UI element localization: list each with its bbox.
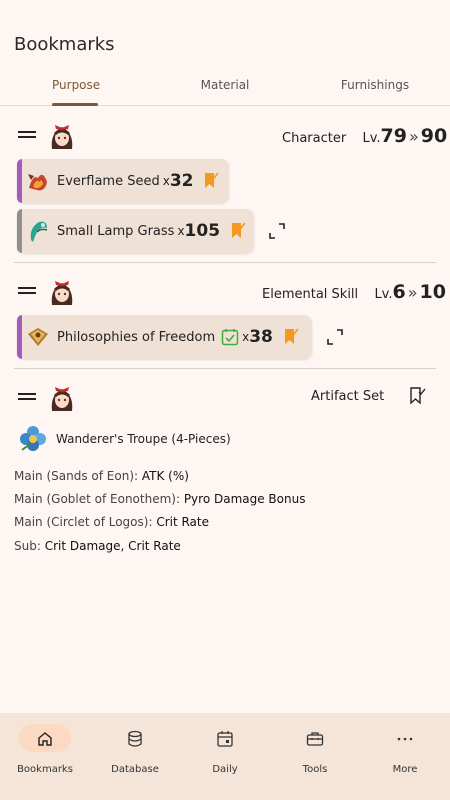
stat-line: Sub: Crit Damage, Crit Rate — [14, 539, 181, 553]
section-type-label: Character — [282, 131, 347, 146]
material-name: Philosophies of Freedom — [57, 329, 216, 345]
quantity-x: x — [177, 224, 185, 238]
quantity: 32 — [169, 171, 194, 191]
level-prefix: Lv. — [374, 287, 393, 302]
stat-line: Main (Goblet of Eonothem): Pyro Damage B… — [14, 492, 306, 506]
calendar-icon — [217, 731, 233, 747]
toolbox-icon — [306, 732, 324, 746]
nav-label: Daily — [212, 764, 238, 775]
level-to: 10 — [419, 281, 446, 303]
artifact-name: Wanderer's Troupe (4-Pieces) — [56, 432, 231, 446]
level-from: 79 — [380, 125, 407, 147]
material-card[interactable]: Philosophies of Freedom x 38 — [17, 315, 312, 359]
level-prefix: Lv. — [362, 131, 381, 146]
section-divider — [14, 368, 436, 369]
nav-label: Bookmarks — [17, 764, 73, 775]
expand-icon[interactable] — [269, 223, 285, 239]
tab-material[interactable]: Material — [195, 78, 255, 92]
tab-purpose[interactable]: Purpose — [52, 78, 100, 92]
level-to: 90 — [420, 125, 448, 147]
nav-bookmarks[interactable]: Bookmarks — [0, 724, 90, 775]
stat-line: Main (Sands of Eon): ATK (%) — [14, 469, 189, 483]
nav-database[interactable]: Database — [90, 725, 180, 775]
arrow-icon: » — [408, 127, 419, 146]
flower-artifact-icon — [20, 426, 46, 451]
page-title: Bookmarks — [14, 34, 115, 55]
quantity: 105 — [184, 221, 221, 241]
section-divider — [14, 262, 436, 263]
character-avatar — [46, 275, 78, 307]
item-stripe — [17, 209, 22, 253]
home-icon — [38, 732, 52, 746]
material-name: Everflame Seed — [57, 173, 160, 189]
level-from: 6 — [392, 281, 406, 303]
drag-handle[interactable] — [18, 392, 36, 402]
tab-indicator — [52, 103, 98, 106]
artifact-set-label: Artifact Set — [311, 389, 385, 404]
database-icon — [128, 730, 142, 747]
nav-label: Database — [111, 764, 159, 775]
more-icon — [397, 737, 413, 741]
stat-line: Main (Circlet of Logos): Crit Rate — [14, 515, 209, 529]
section-type-label: Elemental Skill — [262, 287, 359, 302]
material-name: Small Lamp Grass — [57, 223, 175, 239]
expand-icon[interactable] — [327, 329, 343, 345]
nav-more[interactable]: More — [360, 725, 450, 775]
tab-bar: Purpose Material Furnishings — [0, 70, 450, 106]
skill-level-label: Elemental Skill Lv.6» 10 — [262, 281, 446, 303]
item-stripe — [17, 159, 22, 203]
bottom-nav: Bookmarks Database Daily Tools More — [0, 713, 450, 800]
quantity-x: x — [162, 174, 170, 188]
material-card[interactable]: Everflame Seed x 32 — [17, 159, 229, 203]
material-card[interactable]: Small Lamp Grass x 105 — [17, 209, 254, 253]
nav-label: Tools — [302, 764, 328, 775]
bookmark-icon[interactable] — [283, 328, 299, 346]
bookmark-icon[interactable] — [203, 172, 220, 190]
character-level-label: Character Lv.79» 90 — [282, 125, 447, 147]
tab-furnishings[interactable]: Furnishings — [335, 78, 415, 92]
character-avatar — [46, 381, 78, 413]
nav-tools[interactable]: Tools — [270, 725, 360, 775]
nav-daily[interactable]: Daily — [180, 725, 270, 775]
bookmark-outline-icon[interactable] — [408, 387, 426, 405]
quantity: 38 — [249, 327, 273, 347]
bookmark-icon[interactable] — [230, 222, 246, 240]
calendar-check-icon — [221, 329, 239, 346]
nav-label: More — [392, 764, 418, 775]
drag-handle[interactable] — [18, 286, 36, 296]
everflame-seed-icon — [28, 174, 47, 191]
quantity-x: x — [242, 330, 250, 344]
drag-handle[interactable] — [18, 130, 36, 140]
item-stripe — [17, 315, 22, 359]
artifact-row: Wanderer's Troupe (4-Pieces) — [18, 424, 231, 454]
character-avatar — [46, 119, 78, 151]
small-lamp-grass-icon — [30, 221, 48, 242]
arrow-icon: » — [407, 283, 418, 302]
philosophies-book-icon — [28, 328, 48, 346]
